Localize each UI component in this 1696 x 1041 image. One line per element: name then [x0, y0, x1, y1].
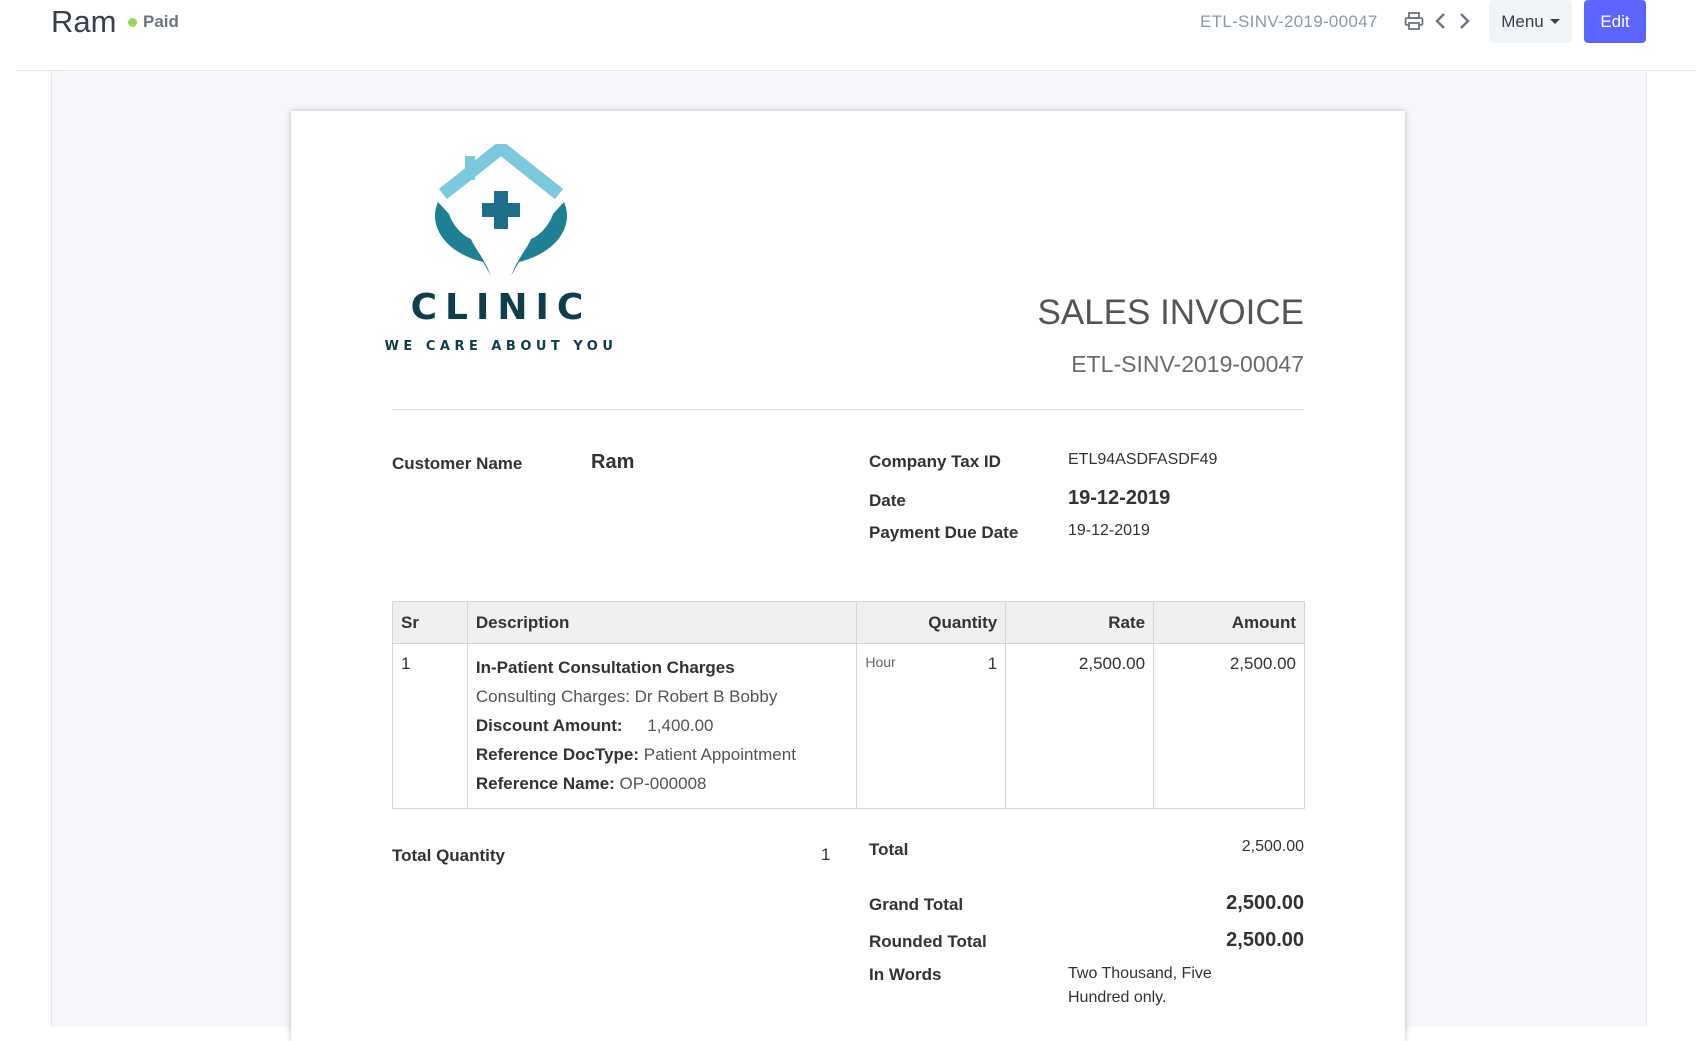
company-tax-id-value: ETL94ASDFASDF49	[1068, 451, 1218, 468]
document-name: ETL-SINV-2019-00047	[1200, 12, 1378, 31]
column-header-rate: Rate	[1005, 601, 1155, 644]
print-button[interactable]	[1403, 10, 1425, 32]
total-quantity-label: Total Quantity	[392, 846, 506, 865]
clinic-logo-icon	[435, 144, 567, 276]
customer-name-label: Customer Name	[392, 454, 523, 473]
ref-doctype-label: Reference DocType:	[475, 745, 640, 764]
qty-value: 1	[987, 654, 998, 673]
page-title: Ram	[51, 4, 117, 39]
rounded-total-label: Rounded Total	[869, 932, 987, 951]
ref-doctype-value: Patient Appointment	[643, 745, 796, 764]
table-header-row: Sr Description Quantity Rate Amount	[392, 601, 1305, 644]
customer-name-value: Ram	[591, 451, 635, 473]
status-dot	[128, 17, 137, 27]
chevron-right-icon	[1460, 13, 1470, 29]
cell-quantity: Hour 1	[856, 643, 1007, 809]
items-table: Sr Description Quantity Rate Amount 1 In…	[392, 601, 1305, 809]
total-value: 2,500.00	[1241, 838, 1304, 855]
edit-button[interactable]: Edit	[1584, 0, 1646, 43]
date-value: 19-12-2019	[1068, 487, 1171, 509]
column-header-description: Description	[466, 601, 858, 644]
total-label: Total	[869, 840, 909, 859]
cell-amount: 2,500.00	[1153, 643, 1305, 809]
discount-value: 1,400.00	[647, 716, 714, 735]
in-words-line-2: Hundred only.	[1068, 989, 1167, 1006]
invoice-number: ETL-SINV-2019-00047	[1071, 351, 1304, 377]
grand-total-label: Grand Total	[869, 895, 964, 914]
menu-button[interactable]: Menu	[1489, 0, 1572, 43]
column-header-sr: Sr	[392, 601, 468, 644]
ref-name-line: Reference Name: OP-000008	[476, 769, 848, 798]
invoice-page: CLINIC WE CARE ABOUT YOU SALES INVOICE E…	[291, 111, 1405, 1041]
caret-down-icon	[1549, 19, 1560, 24]
rounded-total-value: 2,500.00	[1226, 929, 1304, 951]
in-words-value: Two Thousand, Five Hundred only.	[1068, 962, 1212, 1010]
menu-label: Menu	[1501, 11, 1544, 31]
table-row: 1 In-Patient Consultation Charges Consul…	[392, 643, 1305, 809]
in-words-line-1: Two Thousand, Five	[1068, 965, 1212, 982]
item-name: In-Patient Consultation Charges	[475, 658, 735, 677]
invoice-heading: SALES INVOICE	[1037, 293, 1304, 332]
status-label: Paid	[143, 12, 179, 31]
heading-divider	[392, 409, 1304, 410]
total-quantity-value: 1	[821, 845, 831, 864]
date-label: Date	[869, 491, 906, 510]
previous-doc-button[interactable]	[1430, 10, 1452, 32]
ref-name-value: OP-000008	[619, 774, 707, 793]
chevron-left-icon	[1435, 13, 1445, 29]
logo-tagline: WE CARE ABOUT YOU	[384, 339, 618, 354]
printer-icon	[1404, 12, 1424, 30]
due-date-value: 19-12-2019	[1068, 522, 1150, 539]
cell-description: In-Patient Consultation Charges Consulti…	[466, 643, 858, 809]
ref-doctype-line: Reference DocType: Patient Appointment	[476, 740, 848, 769]
due-date-label: Payment Due Date	[869, 523, 1019, 542]
clinic-logo: CLINIC WE CARE ABOUT YOU	[383, 144, 619, 354]
next-doc-button[interactable]	[1453, 10, 1475, 32]
cell-sr: 1	[392, 643, 468, 809]
column-header-amount: Amount	[1153, 601, 1305, 644]
item-description: Consulting Charges: Dr Robert B Bobby	[475, 687, 778, 706]
in-words-label: In Words	[869, 965, 942, 984]
uom-value: Hour	[865, 654, 896, 670]
grand-total-value: 2,500.00	[1226, 892, 1304, 914]
ref-name-label: Reference Name:	[475, 774, 615, 793]
page-header: Ram Paid ETL-SINV-2019-00047 Menu Edit	[0, 0, 1696, 70]
company-tax-id-label: Company Tax ID	[869, 452, 1001, 471]
column-header-quantity: Quantity	[856, 601, 1007, 644]
status-indicator: Paid	[128, 12, 179, 32]
cell-rate: 2,500.00	[1005, 643, 1155, 809]
logo-text: CLINIC	[410, 287, 592, 328]
discount-label: Discount Amount:	[475, 716, 623, 735]
discount-line: Discount Amount: 1,400.00	[476, 711, 848, 740]
